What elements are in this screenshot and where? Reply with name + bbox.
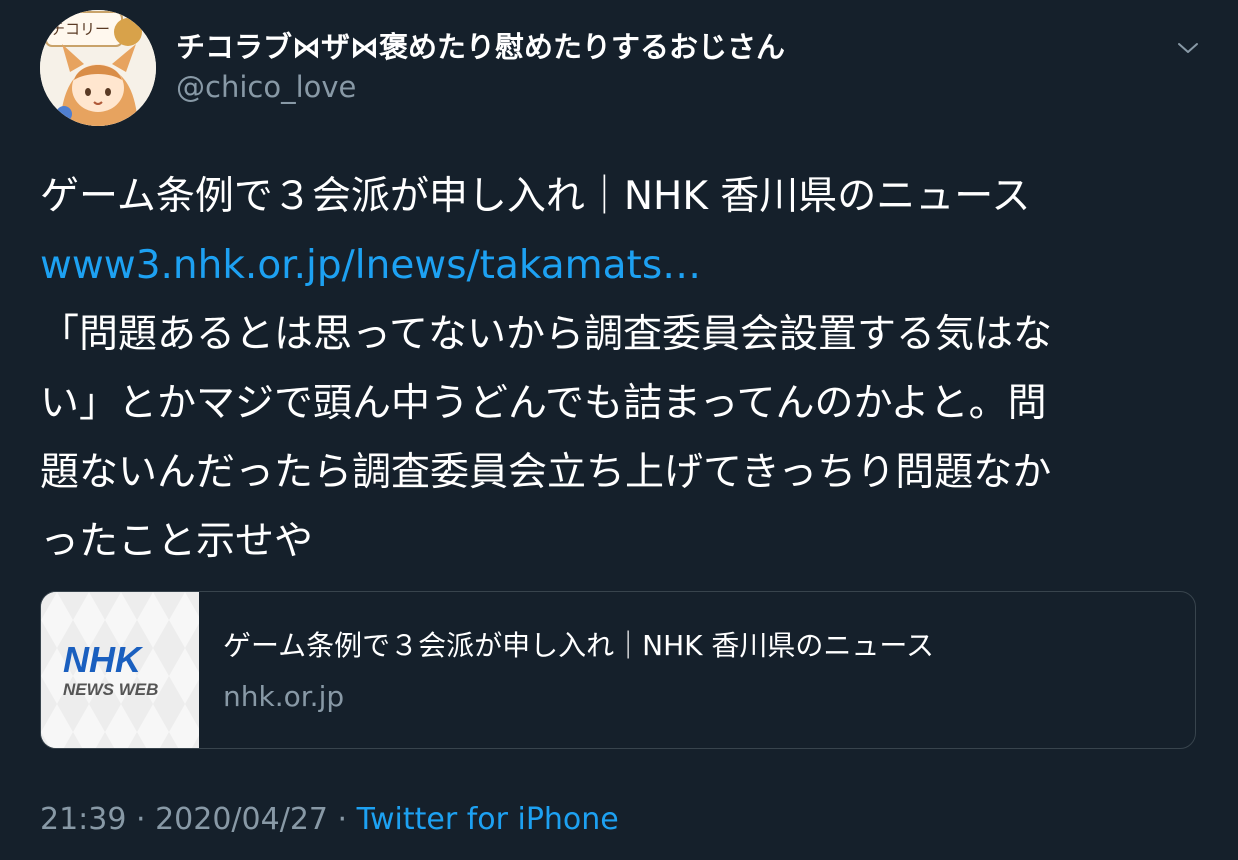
nhk-logo-image: NHK NEWS WEB <box>41 592 199 748</box>
tweet-line: 「問題あるとは思ってないから調査委員会設置する気はな <box>40 312 1053 357</box>
tweet-text: ゲーム条例で３会派が申し入れ｜NHK 香川県のニュース www3.nhk.or.… <box>40 162 1200 576</box>
tweet-date[interactable]: 2020/04/27 <box>155 802 328 837</box>
link-preview-card[interactable]: NHK NEWS WEB ゲーム条例で３会派が申し入れ｜NHK 香川県のニュース… <box>40 591 1196 749</box>
tweet-line: い」とかマジで頭ん中うどんでも詰まってんのかよと。問 <box>40 381 1047 426</box>
tweet-source-link[interactable]: Twitter for iPhone <box>357 802 619 837</box>
avatar-image: チコリー <box>40 10 156 126</box>
avatar[interactable]: チコリー <box>40 10 156 126</box>
chevron-down-icon <box>1178 43 1198 53</box>
author-display-name[interactable]: チコラブ⋈ザ⋈褒めたり慰めたりするおじさん <box>176 24 785 66</box>
tweet-footer: 21:39 · 2020/04/27 · Twitter for iPhone <box>40 802 619 837</box>
tweet-line: ゲーム条例で３会派が申し入れ｜NHK 香川県のニュース <box>40 174 1031 219</box>
card-thumbnail: NHK NEWS WEB <box>41 592 199 748</box>
author-handle[interactable]: @chico_love <box>176 70 356 104</box>
card-domain: nhk.or.jp <box>223 680 345 713</box>
tweet-menu-button[interactable] <box>1168 28 1208 68</box>
card-title: ゲーム条例で３会派が申し入れ｜NHK 香川県のニュース <box>223 629 935 662</box>
nhk-logo-subtext: NEWS WEB <box>63 680 158 699</box>
avatar-lettering: チコリー <box>50 20 110 38</box>
nhk-logo-text: NHK <box>63 639 144 680</box>
footer-separator: · <box>328 802 357 837</box>
tweet-link[interactable]: www3.nhk.or.jp/lnews/takamats… <box>40 243 701 288</box>
footer-separator: · <box>126 802 156 837</box>
tweet-line: 題ないんだったら調査委員会立ち上げてきっちり問題なか <box>40 450 1052 495</box>
tweet-time[interactable]: 21:39 <box>40 802 126 837</box>
tweet-line: ったこと示せや <box>40 519 314 564</box>
